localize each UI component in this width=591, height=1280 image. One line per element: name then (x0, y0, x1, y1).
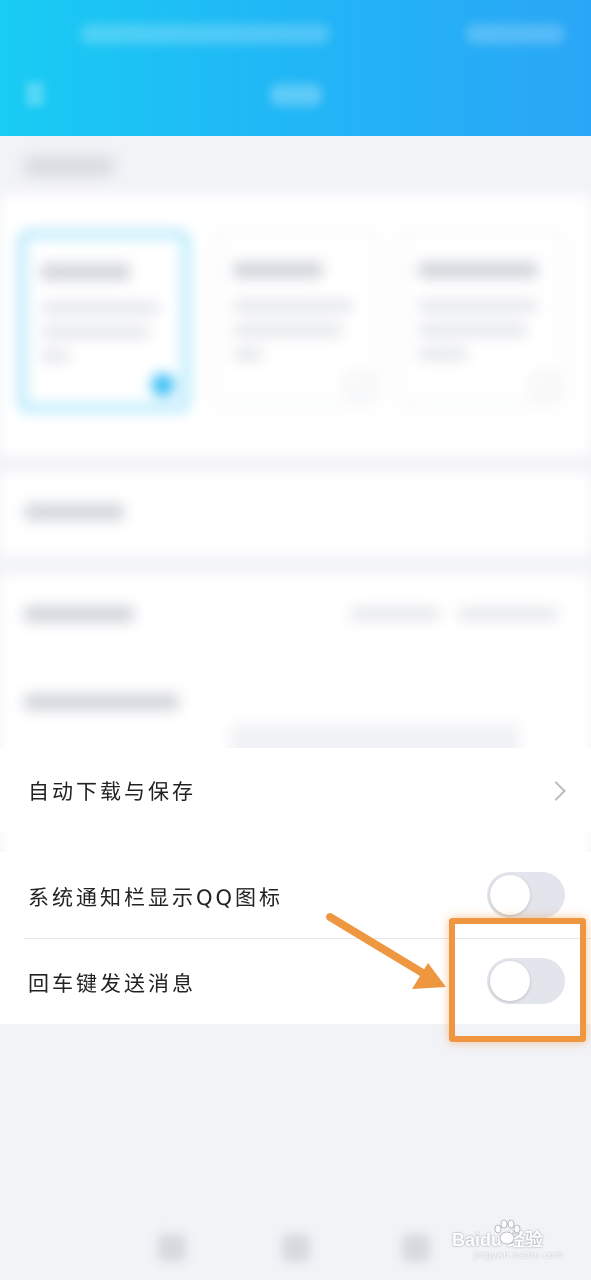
nav-home-icon[interactable] (282, 1234, 310, 1262)
top-bar (0, 0, 591, 136)
page-title (270, 84, 322, 106)
mode-card-panel (0, 194, 591, 456)
notif-icon-label: 系统通知栏显示QQ图标 (28, 886, 284, 910)
status-bar-right (465, 24, 565, 44)
baidu-watermark: Baidu 经验 jingyan.baidu.com (452, 1216, 564, 1264)
notif-icon-toggle[interactable] (487, 872, 565, 918)
section-header (24, 156, 114, 176)
annotation-highlight-box (449, 918, 586, 1042)
toggle-knob (490, 875, 530, 915)
nav-recents-icon[interactable] (402, 1234, 430, 1262)
auto-download-label: 自动下载与保存 (28, 780, 196, 804)
chevron-right-icon (546, 781, 566, 801)
blurred-row[interactable] (0, 472, 591, 556)
nav-back-icon[interactable] (158, 1234, 186, 1262)
paw-icon (494, 1219, 521, 1245)
mode-card[interactable] (400, 232, 564, 406)
back-icon[interactable] (26, 82, 44, 106)
enter-send-label: 回车键发送消息 (28, 972, 196, 996)
status-bar-left (80, 24, 330, 44)
mode-card[interactable] (215, 232, 379, 406)
mode-card[interactable] (20, 232, 188, 410)
watermark-url: jingyan.baidu.com (474, 1250, 564, 1260)
annotation-arrow (326, 913, 446, 989)
auto-download-row[interactable]: 自动下载与保存 (0, 748, 591, 832)
auto-download-panel: 自动下载与保存 (0, 748, 591, 832)
